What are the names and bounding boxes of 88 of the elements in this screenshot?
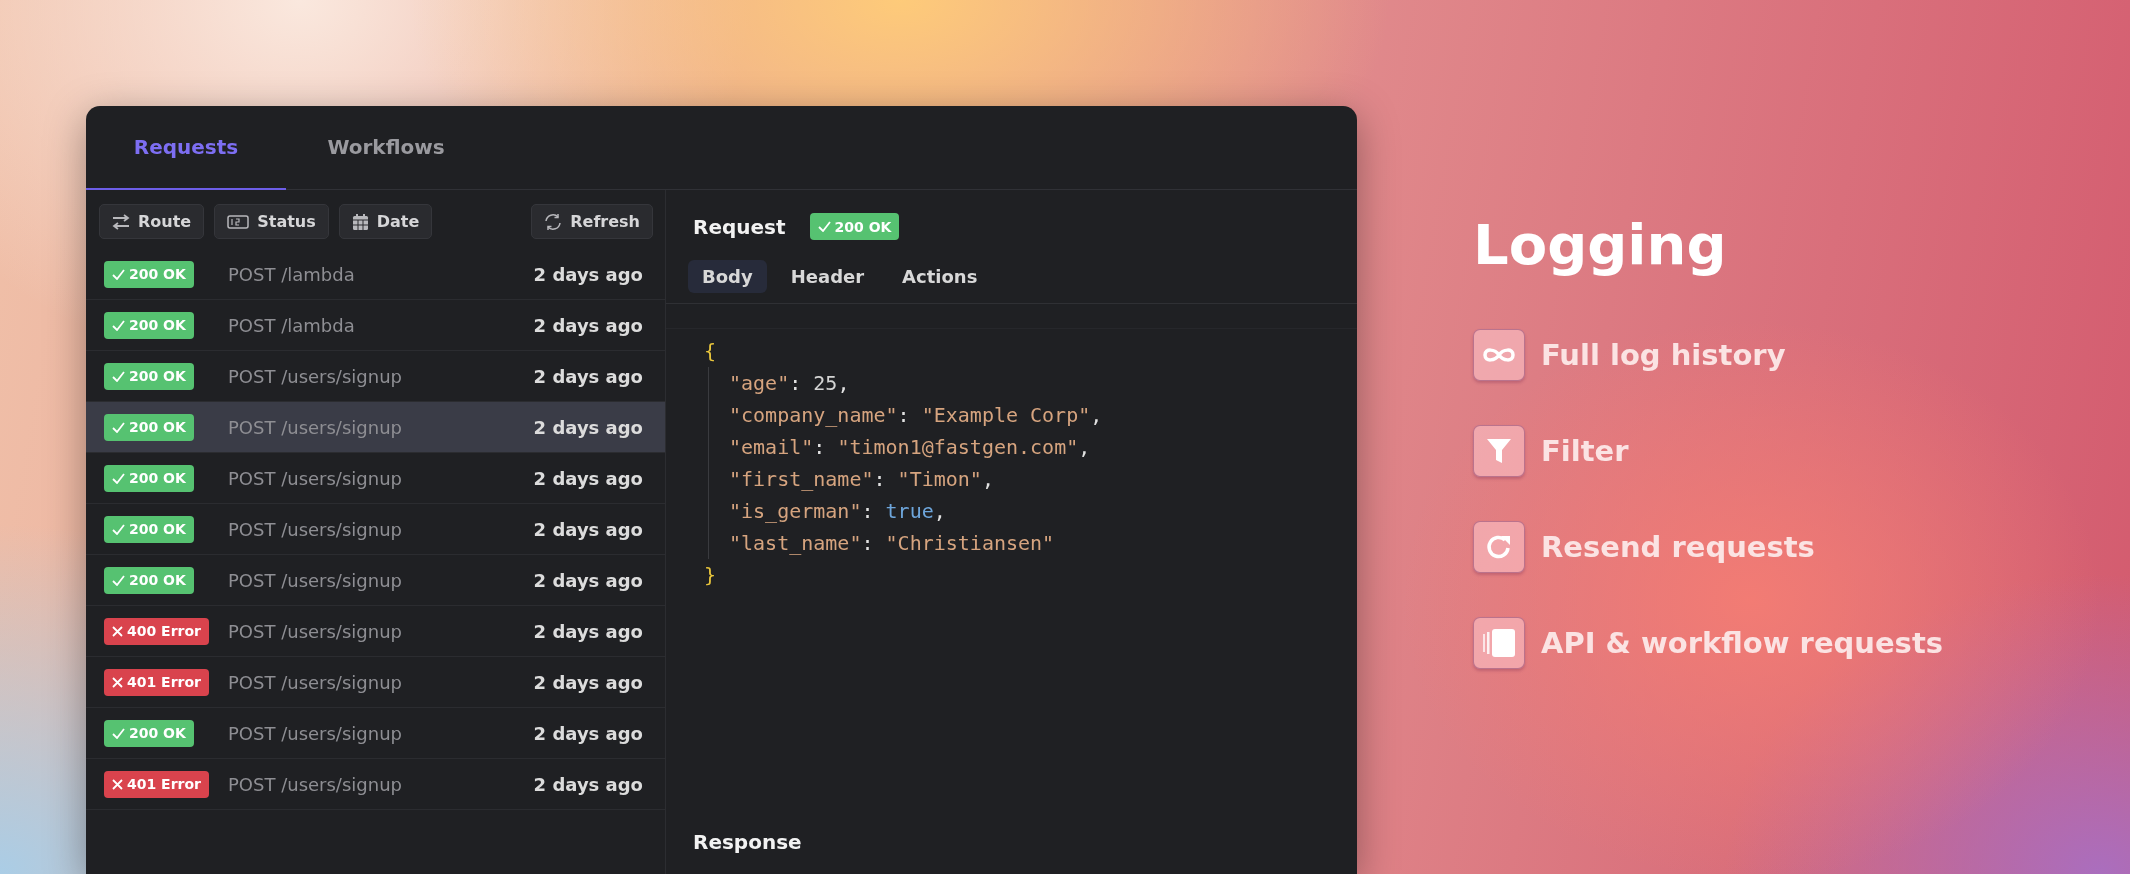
code-line: { [704,338,717,365]
status-badge: 200 OK [104,566,194,594]
route-text: POST /users/signup [228,620,403,642]
route-text: POST /lambda [228,263,356,285]
code-line: "is_german": true, [729,498,946,525]
close-icon [112,625,123,637]
time-text: 2 days ago [533,263,643,285]
tab[interactable]: Header [776,260,879,293]
status-badge: 200 OK [104,311,194,339]
route-text: POST /users/signup [228,569,403,591]
request-row[interactable]: 200 OK POST /users/signup 2 days ago [86,402,665,453]
time-text: 2 days ago [533,314,643,336]
heading: Logging [1473,212,1728,277]
filter-button[interactable]: Route [99,204,205,239]
route-text: POST /users/signup [228,518,403,540]
check-icon [817,221,831,232]
feature-label: Resend requests [1541,530,1815,564]
status-badge: 200 OK [104,260,194,288]
close-icon [112,676,123,688]
feature-label: API & workflow requests [1541,626,1943,660]
time-text: 2 days ago [533,671,643,693]
feature-label: Filter [1541,434,1629,468]
route-text: POST /users/signup [228,365,403,387]
route-text: POST /users/signup [228,773,403,795]
calendar-icon [351,212,369,231]
time-text: 2 days ago [533,365,643,387]
code-line: "last_name": "Christiansen" [729,530,1055,557]
time-text: 2 days ago [533,620,643,642]
status-badge: 401 Error [104,770,209,798]
section-title: Response [693,830,802,854]
status-badge: 200 OK [104,413,194,441]
tab[interactable]: Actions [888,260,992,293]
tab[interactable]: Workflows [286,106,486,190]
refresh-icon [544,212,563,231]
request-row[interactable]: 200 OK POST /users/signup 2 days ago [86,453,665,504]
status-badge: 200 OK [104,515,194,543]
time-text: 2 days ago [533,518,643,540]
status-badge: 401 Error [104,668,209,696]
request-row[interactable]: 200 OK POST /lambda 2 days ago [86,249,665,300]
time-text: 2 days ago [533,773,643,795]
time-text: 2 days ago [533,467,643,489]
route-text: POST /users/signup [228,467,403,489]
request-row[interactable]: 400 Error POST /users/signup 2 days ago [86,606,665,657]
request-row[interactable]: 200 OK POST /users/signup 2 days ago [86,555,665,606]
request-row[interactable]: 401 Error POST /users/signup 2 days ago [86,657,665,708]
cards-icon [1482,628,1516,658]
status-badge: 200 OK [104,362,194,390]
filter-button[interactable]: Status [214,204,329,239]
check-icon [112,574,125,586]
refresh-icon [1485,533,1513,561]
check-icon [112,421,125,433]
feature-label: Full log history [1541,338,1786,372]
request-row[interactable]: 401 Error POST /users/signup 2 days ago [86,759,665,810]
route-text: POST /lambda [228,314,356,336]
code-line: "company_name": "Example Corp", [729,402,1103,429]
check-icon [112,523,125,535]
filter-icon [1486,437,1512,465]
infinity-icon [1482,346,1516,364]
check-icon [112,472,125,484]
code-line: } [704,562,717,589]
section-title: Request [693,214,786,239]
check-icon [112,727,125,739]
check-icon [112,370,125,382]
request-row[interactable]: 200 OK POST /lambda 2 days ago [86,300,665,351]
request-row[interactable]: 200 OK POST /users/signup 2 days ago [86,708,665,759]
refresh-button[interactable]: Refresh [531,204,653,239]
time-text: 2 days ago [533,416,643,438]
request-row[interactable]: 200 OK POST /users/signup 2 days ago [86,504,665,555]
route-text: POST /users/signup [228,416,403,438]
tab[interactable]: Body [688,260,767,293]
check-icon [112,268,125,280]
status-badge: 200 OK [104,464,194,492]
status-badge: 400 Error [104,617,209,645]
code-line: "first_name": "Timon", [729,466,994,493]
tab[interactable]: Requests [86,106,286,190]
close-icon [112,778,123,790]
route-text: POST /users/signup [228,722,403,744]
number-tag-icon [227,214,250,229]
route-text: POST /users/signup [228,671,403,693]
swap-arrows-icon [112,213,130,230]
code-line: "email": "timon1@fastgen.com", [729,434,1091,461]
time-text: 2 days ago [533,569,643,591]
time-text: 2 days ago [533,722,643,744]
status-badge: 200 OK [104,719,194,747]
filter-button[interactable]: Date [338,204,433,239]
code-line: "age": 25, [729,370,850,397]
status-badge: 200 OK [809,213,900,240]
check-icon [112,319,125,331]
